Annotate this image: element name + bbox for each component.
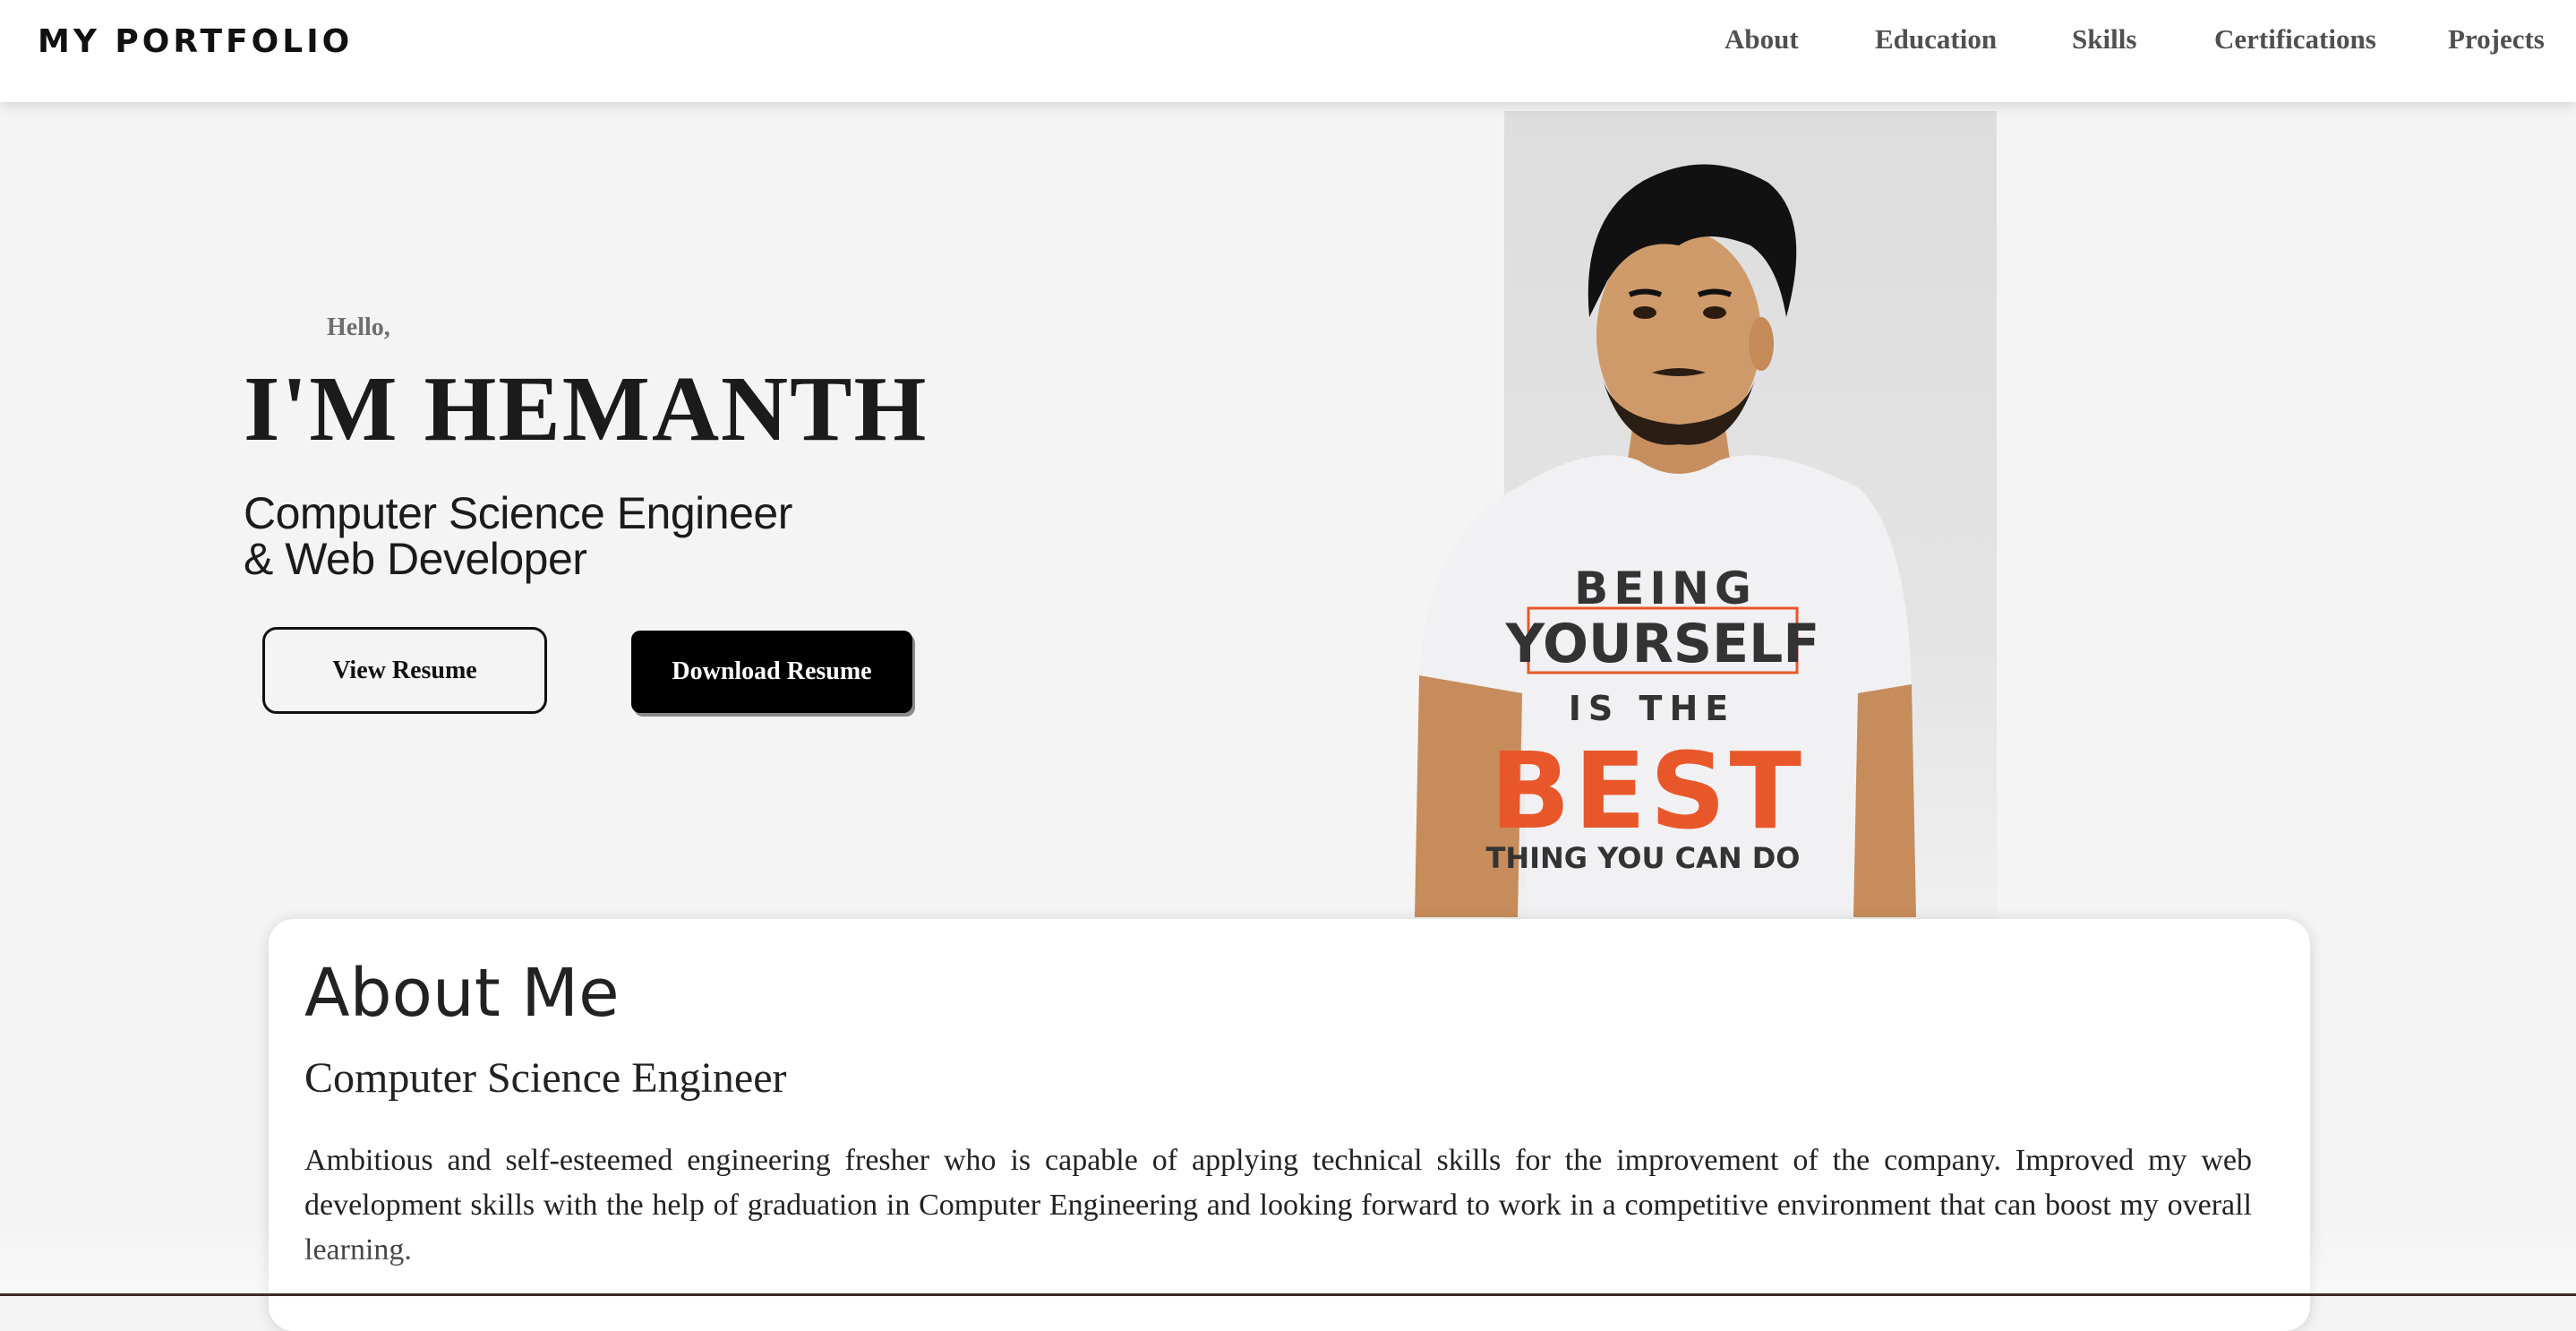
shirt-text-thing: THING YOU CAN DO xyxy=(1486,841,1801,875)
shirt-text-being: BEING xyxy=(1574,562,1757,614)
portrait-photo: BEING YOURSELF IS THE BEST THING YOU CAN… xyxy=(1410,111,1997,1003)
hero-role: Computer Science Engineer & Web Develope… xyxy=(244,491,792,582)
portrait-illustration: BEING YOURSELF IS THE BEST THING YOU CAN… xyxy=(1415,164,1916,917)
nav-links: About Education Skills Certifications Pr… xyxy=(0,23,2576,59)
about-subtitle: Computer Science Engineer xyxy=(304,1054,787,1102)
shirt-text-yourself: YOURSELF xyxy=(1505,613,1820,675)
hero-role-line-2: & Web Developer xyxy=(244,534,587,584)
about-description: Ambitious and self-esteemed engineering … xyxy=(304,1144,2252,1267)
top-navbar: MY PORTFOLIO About Education Skills Cert… xyxy=(0,0,2576,102)
nav-link-certifications[interactable]: Certifications xyxy=(2214,23,2376,56)
nav-link-projects[interactable]: Projects xyxy=(2448,23,2545,56)
about-card: About Me Computer Science Engineer Ambit… xyxy=(269,919,2310,1331)
hero-greeting: Hello, xyxy=(327,313,390,341)
hero-role-line-1: Computer Science Engineer xyxy=(244,488,792,538)
shirt-text-is-the: IS THE xyxy=(1569,689,1735,728)
nav-link-education[interactable]: Education xyxy=(1875,23,1997,56)
shirt-text-best: BEST xyxy=(1490,729,1805,853)
download-resume-button[interactable]: Download Resume xyxy=(631,631,912,713)
nav-link-skills[interactable]: Skills xyxy=(2072,23,2136,56)
about-title: About Me xyxy=(304,955,620,1032)
view-resume-button[interactable]: View Resume xyxy=(262,627,547,714)
hero-name: I'M HEMANTH xyxy=(244,357,929,460)
nav-link-about[interactable]: About xyxy=(1724,23,1799,56)
